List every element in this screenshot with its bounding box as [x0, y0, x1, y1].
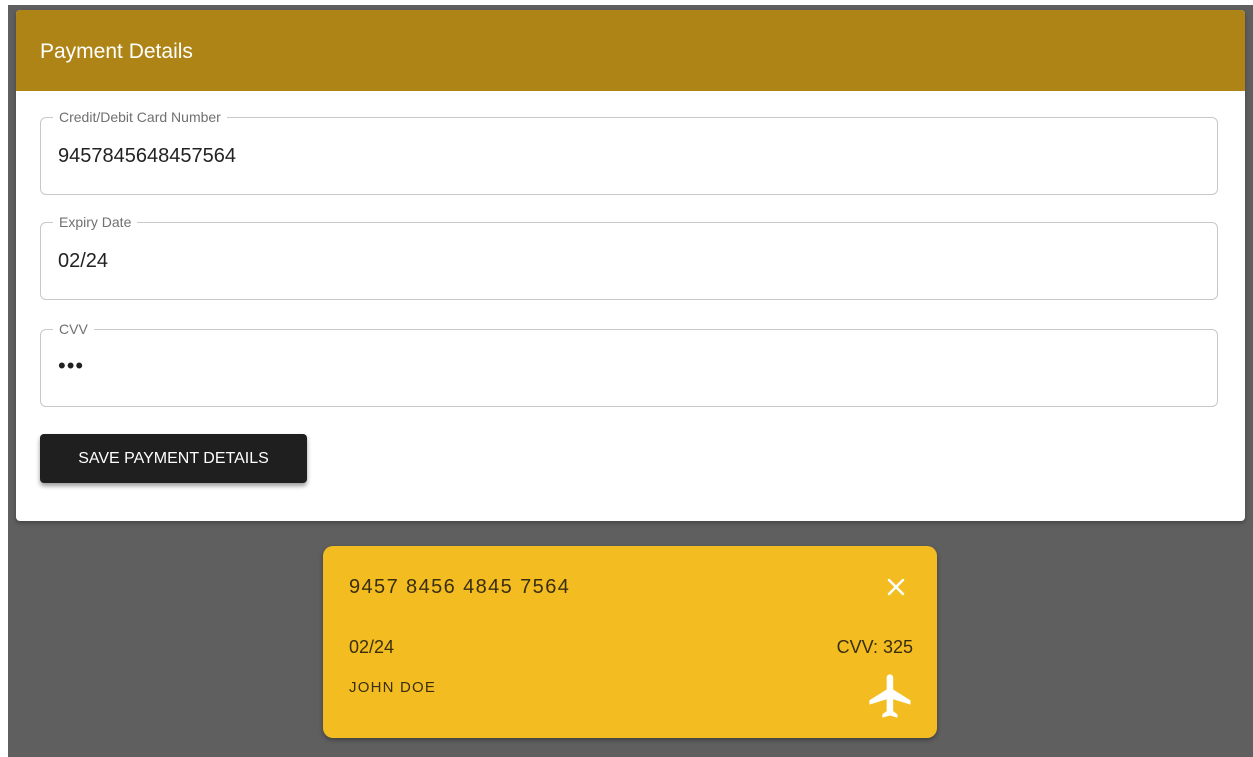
card-preview-expiry: 02/24 [349, 637, 395, 657]
expiry-date-value: 02/24 [58, 250, 109, 272]
card-preview-cvv: CVV: 325 [836, 637, 913, 657]
card-preview: 9457 8456 4845 7564 02/24 CVV: 325 JOHN … [323, 546, 937, 738]
card-preview-number: 9457 8456 4845 7564 [349, 576, 571, 598]
top-edge [0, 0, 1253, 5]
payment-details-panel: Payment Details Credit/Debit Card Number… [16, 10, 1245, 521]
cvv-label: CVV [53, 320, 94, 338]
card-preview-holder: JOHN DOE [349, 679, 437, 696]
expiry-date-field[interactable]: Expiry Date 02/24 [40, 213, 1218, 300]
panel-header: Payment Details [16, 10, 1245, 91]
airplane-icon [869, 674, 911, 718]
card-number-field[interactable]: Credit/Debit Card Number 945784564845756… [40, 108, 1218, 195]
card-number-label: Credit/Debit Card Number [53, 108, 227, 126]
cvv-value: ••• [58, 353, 85, 378]
card-number-value: 9457845648457564 [58, 145, 236, 167]
panel-title: Payment Details [40, 40, 193, 63]
left-edge [0, 0, 8, 757]
expiry-date-label: Expiry Date [53, 213, 138, 231]
close-icon[interactable] [883, 574, 909, 600]
cvv-field[interactable]: CVV ••• [40, 320, 1218, 407]
save-payment-details-button[interactable]: SAVE PAYMENT DETAILS [40, 434, 307, 483]
